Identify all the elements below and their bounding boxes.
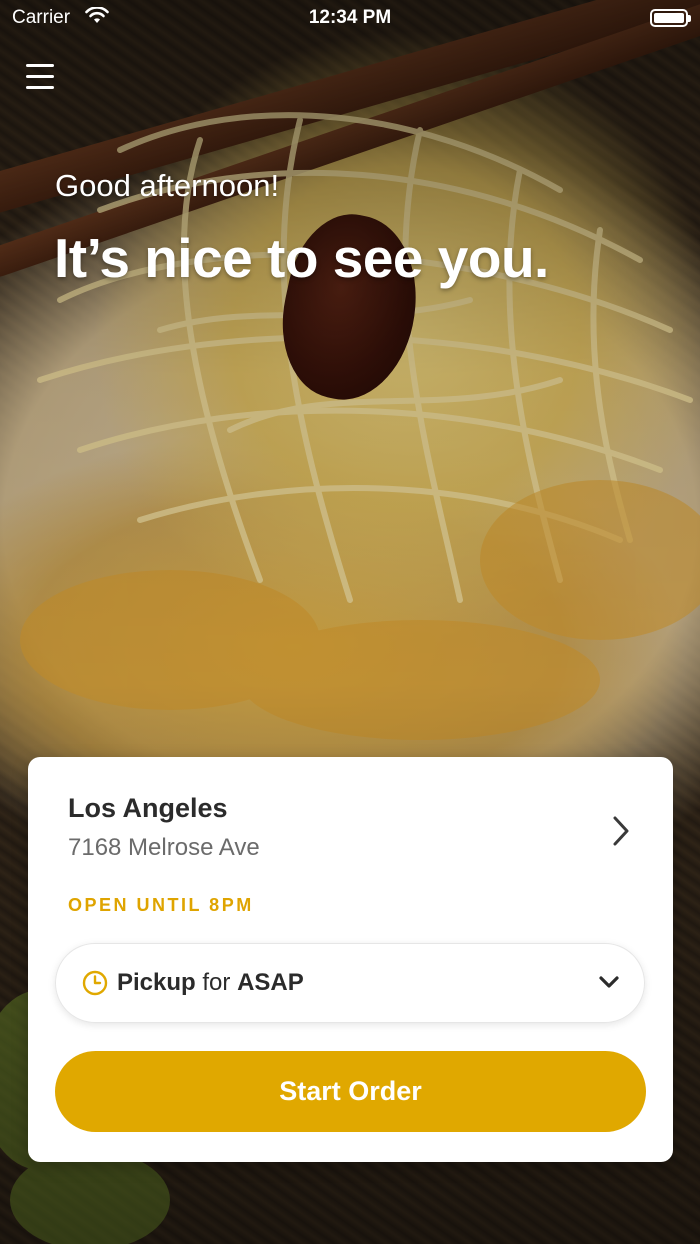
battery-icon bbox=[650, 9, 691, 27]
order-mode-select[interactable]: Pickup for ASAP bbox=[55, 943, 645, 1023]
store-city: Los Angeles bbox=[68, 793, 228, 823]
hamburger-menu-icon-line bbox=[26, 86, 54, 89]
order-mode-time: ASAP bbox=[237, 969, 304, 996]
welcome-headline: It’s nice to see you. bbox=[54, 227, 549, 289]
greeting-text: Good afternoon! bbox=[55, 168, 280, 203]
order-mode-connector: for bbox=[202, 969, 231, 996]
menu-button[interactable] bbox=[26, 64, 56, 94]
order-mode-type: Pickup bbox=[117, 969, 196, 996]
order-mode-text: Pickup for ASAP bbox=[117, 969, 304, 997]
status-time: 12:34 PM bbox=[308, 7, 392, 28]
chevron-down-icon bbox=[599, 976, 619, 988]
store-location-row[interactable]: Los Angeles 7168 Melrose Ave bbox=[68, 793, 643, 862]
store-address: 7168 Melrose Ave bbox=[68, 834, 260, 861]
store-card: Los Angeles 7168 Melrose Ave OPEN UNTIL … bbox=[28, 757, 673, 1162]
chevron-right-icon[interactable] bbox=[611, 815, 631, 847]
hamburger-menu-icon bbox=[26, 64, 54, 67]
start-order-button[interactable]: Start Order bbox=[55, 1051, 646, 1132]
hamburger-menu-icon-line bbox=[26, 75, 54, 78]
clock-icon bbox=[82, 970, 108, 996]
store-hours: OPEN UNTIL 8PM bbox=[68, 895, 254, 915]
status-bar: Carrier 12:34 PM bbox=[0, 0, 700, 38]
